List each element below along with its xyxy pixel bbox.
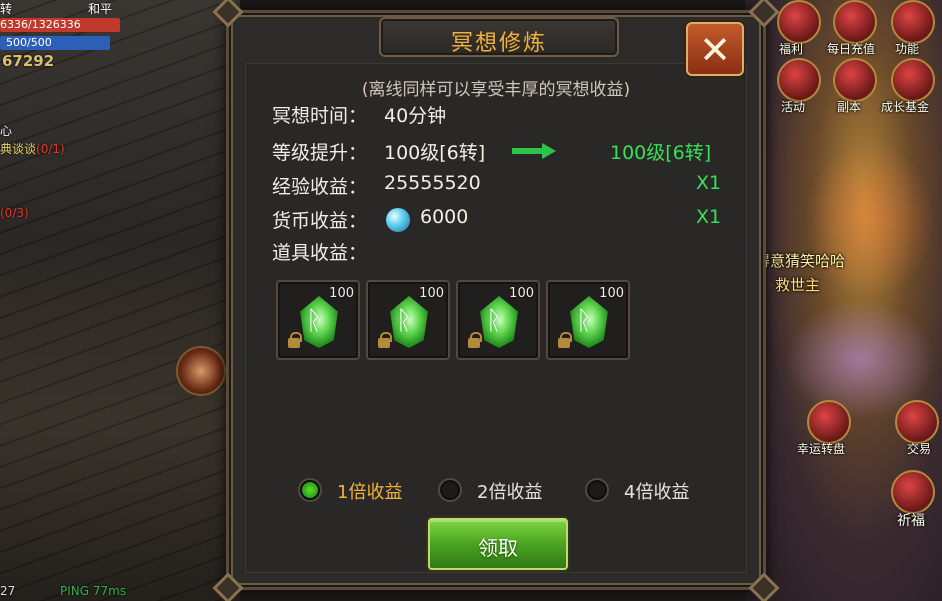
money-value: 6000 <box>420 206 469 228</box>
menu-label-welfare: 福利 <box>779 42 804 56</box>
ping-text: PING 77ms <box>60 584 127 598</box>
growth-fund-button[interactable] <box>891 58 935 102</box>
level-from: 100级[6转] <box>384 142 486 164</box>
rune-glyph-icon: ᚱ <box>306 306 322 336</box>
reward-item-slot[interactable]: ᚱ 100 <box>366 280 450 360</box>
activity-button[interactable] <box>777 58 821 102</box>
item-quantity: 100 <box>599 286 624 301</box>
lock-icon <box>378 332 392 348</box>
money-label: 货币收益： <box>272 210 368 232</box>
left-chat-2[interactable]: 典谈谈(0/1) <box>0 140 65 157</box>
exp-value: 25555520 <box>384 172 481 194</box>
level-label: 等级提升： <box>272 142 368 164</box>
time-value: 40分钟 <box>384 105 447 127</box>
right-arrow-icon <box>512 143 558 159</box>
menu-label-growth-fund: 成长基金 <box>881 100 930 114</box>
trade-button[interactable] <box>895 400 939 444</box>
exp-multiplier: X1 <box>696 172 722 194</box>
time-label: 冥想时间： <box>272 105 368 127</box>
option-4x-radio[interactable] <box>585 478 609 502</box>
menu-label-daily-recharge: 每日充值 <box>827 42 876 56</box>
lucky-wheel-button[interactable] <box>807 400 851 444</box>
reward-item-slot[interactable]: ᚱ 100 <box>456 280 540 360</box>
title-plate: 冥想修炼 <box>379 17 619 57</box>
close-button[interactable]: ✕ <box>686 22 744 76</box>
hp-text: 6336/1326336 <box>0 18 81 31</box>
claim-button-label: 领取 <box>478 536 518 560</box>
top-left-fragment: 转 <box>0 2 13 16</box>
function-button[interactable] <box>891 0 935 44</box>
lock-icon <box>468 332 482 348</box>
skull-skill-icon[interactable] <box>176 346 226 396</box>
claim-button[interactable]: 领取 <box>428 518 568 570</box>
pray-label: 祈福 <box>897 513 925 529</box>
top-tag: 和平 <box>88 2 113 16</box>
lock-icon <box>288 332 302 348</box>
dungeon-button[interactable] <box>833 58 877 102</box>
currency-orb-icon <box>386 208 410 232</box>
rune-glyph-icon: ᚱ <box>396 306 412 336</box>
left-chat-1[interactable]: 心 <box>0 122 12 139</box>
rune-glyph-icon: ᚱ <box>486 306 502 336</box>
dialog-title: 冥想修炼 <box>450 31 547 56</box>
left-chat-2-count: (0/1) <box>36 142 65 156</box>
pray-button[interactable] <box>891 470 935 514</box>
option-2x-label[interactable]: 2倍收益 <box>477 478 542 504</box>
left-quest-count[interactable]: (0/3) <box>0 206 29 220</box>
game-scene-right: 福利 每日充值 功能 活动 副本 成长基金 得意猜笑哈哈 救世主 幸运转盘 交易… <box>745 0 942 601</box>
trade-label: 交易 <box>907 442 932 456</box>
money-multiplier: X1 <box>696 206 722 228</box>
exp-label: 经验收益： <box>272 176 368 198</box>
banner-text-1: 得意猜笑哈哈 <box>755 252 846 270</box>
item-quantity: 100 <box>509 286 534 301</box>
rune-glyph-icon: ᚱ <box>576 306 592 336</box>
menu-label-activity: 活动 <box>781 100 806 114</box>
dialog-subtitle: (离线同样可以享受丰厚的冥想收益) <box>361 80 631 100</box>
mp-text: 500/500 <box>6 36 52 49</box>
game-scene-left: 转 和平 6336/1326336 500/500 67292 心 典谈谈(0/… <box>0 0 240 601</box>
level-to: 100级[6转] <box>610 142 712 164</box>
power-value: 67292 <box>2 52 55 70</box>
lucky-wheel-label: 幸运转盘 <box>797 442 846 456</box>
reward-item-slot[interactable]: ᚱ 100 <box>546 280 630 360</box>
item-quantity: 100 <box>329 286 354 301</box>
bottom-left-1: 27 <box>0 584 16 598</box>
close-icon: ✕ <box>699 28 731 72</box>
daily-recharge-button[interactable] <box>833 0 877 44</box>
option-4x-label[interactable]: 4倍收益 <box>624 478 689 504</box>
option-1x-label[interactable]: 1倍收益 <box>337 478 402 504</box>
left-chat-2-text: 典谈谈 <box>0 142 37 156</box>
scene-glow <box>805 140 935 300</box>
welfare-button[interactable] <box>777 0 821 44</box>
reward-item-slot[interactable]: ᚱ 100 <box>276 280 360 360</box>
lock-icon <box>558 332 572 348</box>
option-1x-radio[interactable] <box>298 478 322 502</box>
option-2x-radio[interactable] <box>438 478 462 502</box>
menu-label-function: 功能 <box>895 42 920 56</box>
menu-label-dungeon: 副本 <box>837 100 862 114</box>
items-label: 道具收益： <box>272 242 368 264</box>
item-quantity: 100 <box>419 286 444 301</box>
banner-text-2: 救世主 <box>775 276 821 294</box>
